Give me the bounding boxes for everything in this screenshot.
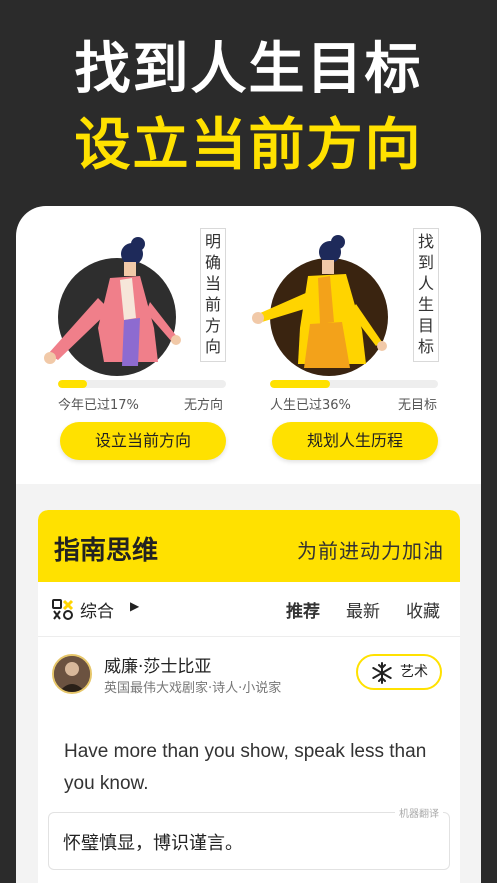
category-icon[interactable] [52, 598, 74, 620]
woman-pink-icon [44, 237, 181, 366]
life-progress-fill [270, 380, 331, 388]
filter-bar: 综合 ▶ 推荐 最新 收藏 [38, 588, 460, 628]
goal-direction: 明确当前方向 今年已过17% 无方向 设立当前方向 [16, 206, 248, 476]
woman-yellow-icon [252, 235, 387, 368]
author-name[interactable]: 威廉·莎士比亚 [104, 652, 211, 677]
headline-line-1: 找到人生目标 [74, 37, 423, 102]
guide-header: 指南思维 为前进动力加油 [38, 510, 460, 582]
life-progress-label: 人生已过36% [270, 398, 351, 413]
guide-card: 指南思维 为前进动力加油 综合 ▶ 推荐 最新 收藏 威廉·莎士比亚 英国最伟大… [38, 510, 460, 883]
caret-right-icon[interactable]: ▶ [130, 599, 139, 613]
guide-slogan: 为前进动力加油 [297, 539, 444, 563]
snowflake-icon [372, 662, 392, 684]
tab-favorites[interactable]: 收藏 [406, 597, 440, 622]
year-progress-fill [58, 380, 87, 388]
translation-box: 机器翻译 怀璧慎显，博识谨言。 [48, 805, 450, 870]
guide-title: 指南思维 [54, 536, 159, 566]
tab-latest[interactable]: 最新 [346, 597, 380, 622]
goal-life: 找到人生目标 人生已过36% 无目标 规划人生历程 [248, 206, 480, 476]
vertical-label: 明确当前方向 [200, 228, 226, 362]
tab-recommended[interactable]: 推荐 [284, 597, 322, 622]
category-select[interactable]: 综合 [80, 597, 114, 622]
no-direction-label: 无方向 [184, 398, 224, 413]
art-tag-button[interactable]: 艺术 [356, 654, 442, 690]
plan-life-button[interactable]: 规划人生历程 [272, 422, 438, 460]
app-screen: 明确当前方向 今年已过17% 无方向 设立当前方向 找到人生目标 人生已过36%… [16, 206, 481, 883]
portrait-icon [54, 656, 90, 692]
life-progress-bar [270, 380, 438, 388]
divider [38, 636, 460, 637]
author-row: 威廉·莎士比亚 英国最伟大戏剧家·诗人·小说家 艺术 [38, 648, 460, 708]
woman-pink-illustration [44, 237, 181, 376]
author-avatar[interactable] [52, 654, 92, 694]
year-progress-label: 今年已过17% [58, 398, 139, 413]
headline-line-2: 设立当前方向 [74, 113, 423, 178]
art-tag-label: 艺术 [400, 664, 428, 680]
quote-chinese: 怀璧慎显，博识谨言。 [63, 833, 243, 854]
author-description: 英国最伟大戏剧家·诗人·小说家 [104, 681, 282, 696]
quote-english: Have more than you show, speak less than… [64, 741, 427, 794]
year-progress-bar [58, 380, 226, 388]
set-direction-button[interactable]: 设立当前方向 [60, 422, 226, 460]
machine-translation-badge: 机器翻译 [395, 805, 443, 820]
woman-yellow-illustration [252, 235, 388, 376]
no-goal-label: 无目标 [398, 398, 438, 413]
vertical-label: 找到人生目标 [413, 228, 439, 362]
